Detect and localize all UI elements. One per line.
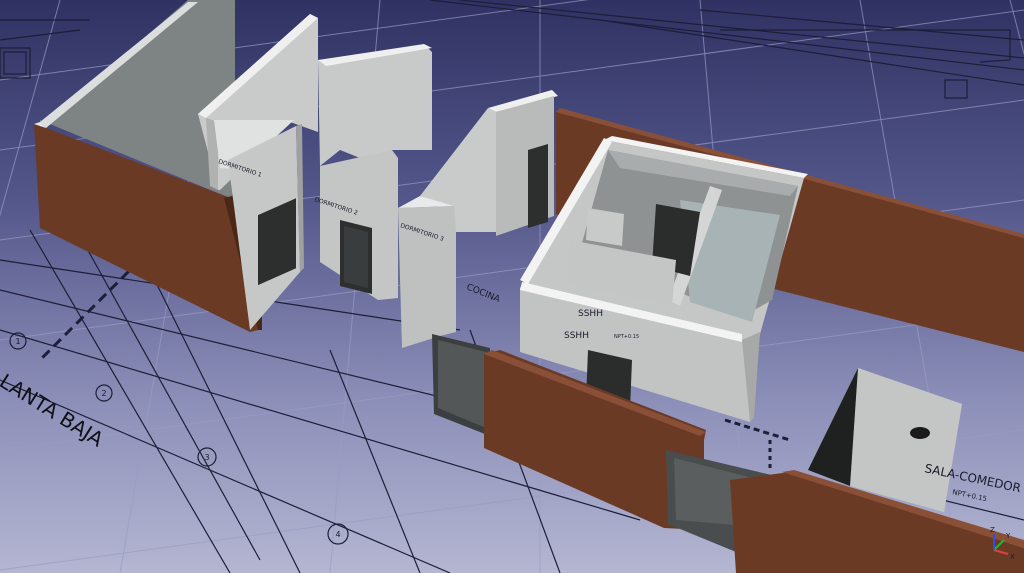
- axis-label-1: 1: [15, 337, 20, 346]
- axis-bubbles: [9, 332, 349, 545]
- 3d-viewport[interactable]: 1 2 3 4 LANTA BAJA COCINA SSHH SSHH NPT+…: [0, 0, 1024, 573]
- axis-label-4: 4: [335, 530, 340, 539]
- model-scene[interactable]: 1 2 3 4 LANTA BAJA COCINA SSHH SSHH NPT+…: [0, 0, 1024, 573]
- label-npt-sala: NPT+0.15: [952, 488, 988, 503]
- axis-label-3: 3: [204, 453, 209, 462]
- label-npt-sshh: NPT+0.15: [614, 334, 639, 340]
- label-sshh-upper: SSHH: [578, 309, 603, 319]
- axis-y-label: Y: [1005, 532, 1011, 540]
- label-sshh-lower: SSHH: [564, 331, 589, 341]
- plan-title: LANTA BAJA: [0, 369, 108, 452]
- bedroom-walls[interactable]: [198, 14, 558, 348]
- door-cocina: [528, 144, 548, 228]
- label-cocina: COCINA: [465, 283, 502, 306]
- axis-z-label: Z: [990, 526, 995, 534]
- axis-label-2: 2: [101, 389, 106, 398]
- axis-x-label: X: [1010, 553, 1015, 561]
